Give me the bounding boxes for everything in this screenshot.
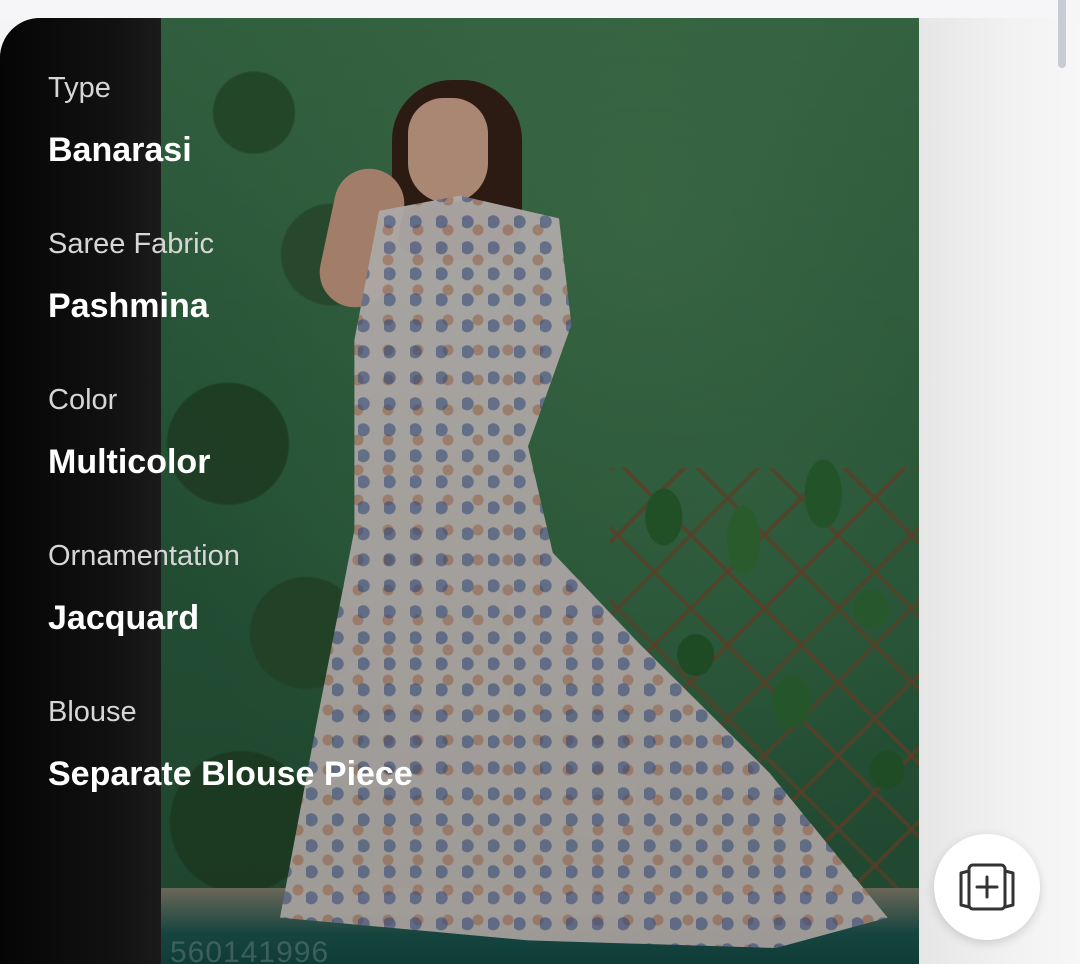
product-details-card: 560141996 Type Banarasi Saree Fabric Pas… xyxy=(0,18,1080,964)
add-collection-icon xyxy=(959,863,1015,911)
detail-saree-fabric: Saree Fabric Pashmina xyxy=(48,224,568,337)
detail-blouse: Blouse Separate Blouse Piece xyxy=(48,692,568,805)
next-image-peek[interactable] xyxy=(919,18,1080,964)
detail-ornamentation: Ornamentation Jacquard xyxy=(48,536,568,649)
detail-label: Blouse xyxy=(48,696,137,728)
detail-color: Color Multicolor xyxy=(48,380,568,493)
product-details-list: Type Banarasi Saree Fabric Pashmina Colo… xyxy=(48,68,568,848)
detail-type: Type Banarasi xyxy=(48,68,568,181)
scrollbar-thumb[interactable] xyxy=(1058,0,1066,68)
detail-value: Separate Blouse Piece xyxy=(48,755,413,793)
detail-label: Color xyxy=(48,384,118,416)
add-to-collection-button[interactable] xyxy=(934,834,1040,940)
detail-label: Ornamentation xyxy=(48,540,240,572)
detail-value: Pashmina xyxy=(48,287,209,325)
detail-value: Multicolor xyxy=(48,443,211,481)
detail-value: Banarasi xyxy=(48,131,192,169)
top-strip xyxy=(0,0,1080,20)
detail-label: Saree Fabric xyxy=(48,228,215,260)
detail-label: Type xyxy=(48,72,111,104)
detail-value: Jacquard xyxy=(48,599,200,637)
